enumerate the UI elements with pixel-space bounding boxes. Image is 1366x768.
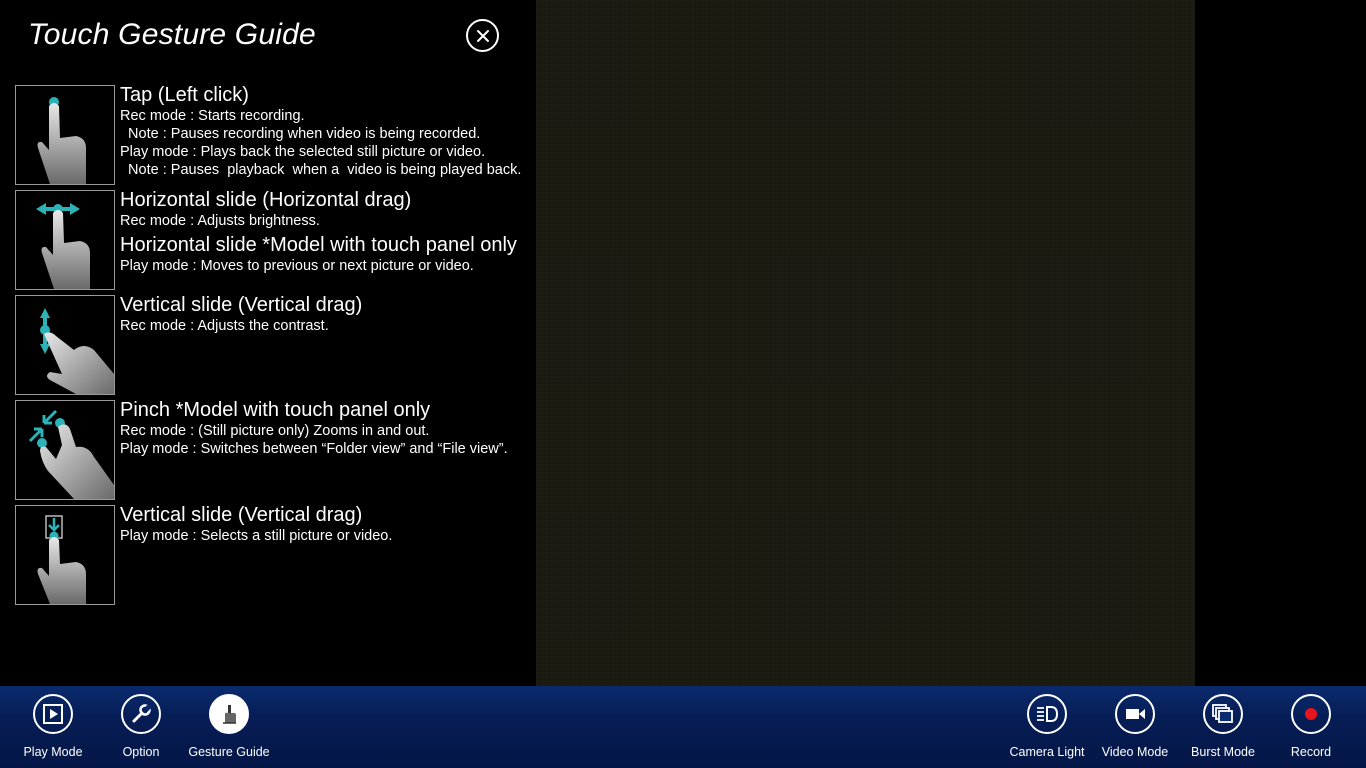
app-bar-label: Play Mode	[23, 745, 83, 759]
horizontal-slide-gesture-icon	[15, 190, 115, 290]
gesture-title: Vertical slide (Vertical drag)	[120, 504, 363, 526]
gesture-item-pinch: Pinch *Model with touch panel only Rec m…	[15, 399, 535, 500]
gesture-desc-line: Play mode : Moves to previous or next pi…	[120, 258, 474, 274]
gesture-desc-line: Note : Pauses playback when a video is b…	[120, 162, 522, 178]
tap-gesture-icon	[15, 85, 115, 185]
gesture-guide-panel: Touch Gesture Guide Tap (Left click) Rec…	[0, 0, 536, 686]
gesture-desc-line: Rec mode : Adjusts the contrast.	[120, 318, 329, 334]
app-bar: Play Mode Option Gesture Guide Camera Li…	[0, 686, 1366, 768]
option-button[interactable]: Option	[97, 694, 185, 764]
app-bar-label: Gesture Guide	[188, 745, 270, 759]
gesture-desc-line: Note : Pauses recording when video is be…	[120, 126, 481, 142]
gesture-desc-line: Play mode : Selects a still picture or v…	[120, 528, 393, 544]
pinch-gesture-icon	[15, 400, 115, 500]
record-icon	[1305, 708, 1317, 720]
play-mode-button[interactable]: Play Mode	[9, 694, 97, 764]
gesture-item-select-slide: Vertical slide (Vertical drag) Play mode…	[15, 504, 535, 605]
gesture-desc-line: Rec mode : (Still picture only) Zooms in…	[120, 423, 430, 439]
gesture-guide-button[interactable]: Gesture Guide	[185, 694, 273, 764]
vertical-slide-gesture-icon	[15, 295, 115, 395]
burst-mode-button[interactable]: Burst Mode	[1179, 694, 1267, 764]
camera-light-icon	[1037, 706, 1059, 722]
burst-mode-icon	[1212, 704, 1233, 723]
gesture-desc-line: Play mode : Plays back the selected stil…	[120, 144, 486, 160]
gesture-desc-line: Play mode : Switches between “Folder vie…	[120, 441, 508, 457]
gesture-desc-line: Rec mode : Starts recording.	[120, 108, 305, 124]
gesture-item-tap: Tap (Left click) Rec mode : Starts recor…	[15, 84, 535, 185]
gesture-guide-icon	[223, 705, 236, 724]
video-camera-icon	[1126, 709, 1145, 719]
gesture-title: Horizontal slide *Model with touch panel…	[120, 234, 517, 256]
play-mode-icon	[43, 704, 63, 724]
gesture-title: Horizontal slide (Horizontal drag)	[120, 189, 412, 211]
close-button[interactable]	[466, 19, 499, 52]
app-bar-label: Burst Mode	[1191, 745, 1255, 759]
camera-viewfinder[interactable]	[536, 0, 1195, 686]
gesture-item-vertical-slide: Vertical slide (Vertical drag) Rec mode …	[15, 294, 535, 395]
gesture-title: Tap (Left click)	[120, 84, 249, 106]
select-slide-gesture-icon	[15, 505, 115, 605]
app-bar-label: Record	[1290, 745, 1332, 759]
wrench-icon	[132, 704, 152, 723]
close-icon	[476, 29, 489, 42]
gesture-desc-line: Rec mode : Adjusts brightness.	[120, 213, 320, 229]
app-bar-label: Camera Light	[1009, 745, 1085, 759]
guide-title: Touch Gesture Guide	[28, 18, 316, 51]
video-mode-button[interactable]: Video Mode	[1091, 694, 1179, 764]
camera-light-button[interactable]: Camera Light	[1003, 694, 1091, 764]
app-bar-label: Video Mode	[1101, 745, 1169, 759]
gesture-title: Vertical slide (Vertical drag)	[120, 294, 363, 316]
app-bar-label: Option	[122, 745, 160, 759]
gesture-item-horizontal-slide: Horizontal slide (Horizontal drag) Rec m…	[15, 189, 535, 290]
gesture-title: Pinch *Model with touch panel only	[120, 399, 431, 421]
record-button[interactable]: Record	[1267, 694, 1355, 764]
